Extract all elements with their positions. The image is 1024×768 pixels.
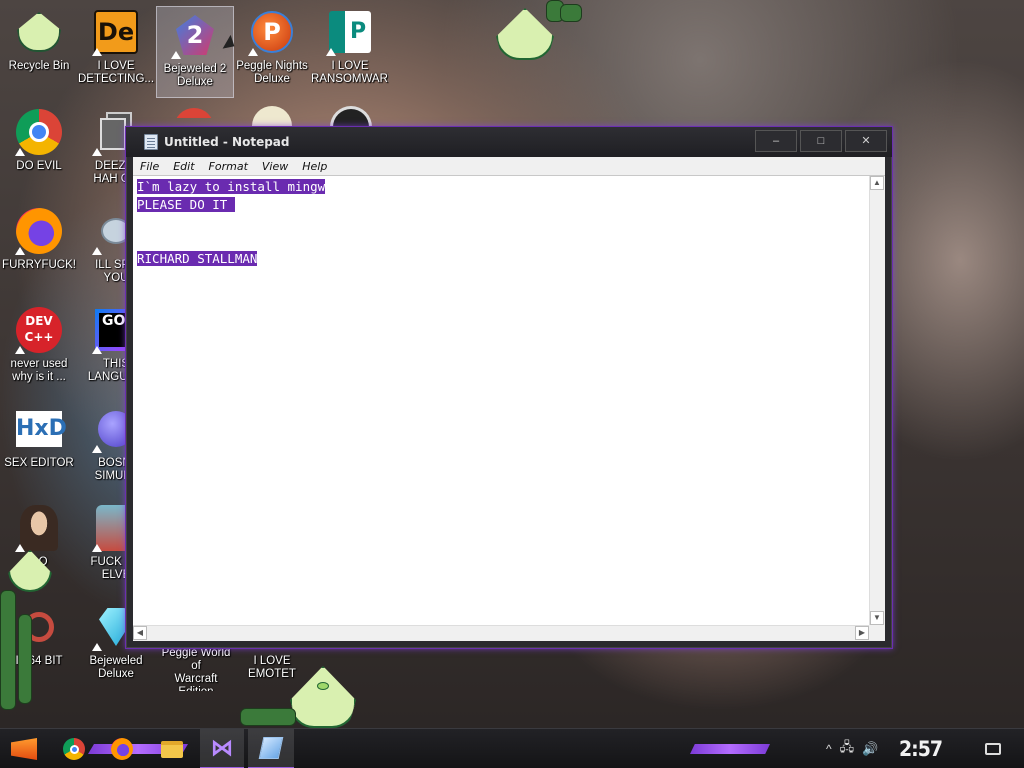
taskbar-decoration xyxy=(690,744,770,754)
taskbar-firefox[interactable] xyxy=(102,729,142,768)
notification-center-button[interactable] xyxy=(982,729,1004,768)
desktop-icon-recycle-bin[interactable]: Recycle Bin xyxy=(0,4,78,96)
desktop-icon-label: DO EVIL xyxy=(16,160,62,172)
text-line xyxy=(137,214,865,232)
firefox-icon xyxy=(15,207,63,255)
desktop-icon-label: FURRYFUCK! xyxy=(2,259,76,271)
peridot-sticker-left xyxy=(0,550,60,730)
menu-help[interactable]: Help xyxy=(295,160,334,173)
resize-grip-icon[interactable] xyxy=(869,625,885,641)
maximize-button[interactable]: □ xyxy=(800,130,842,152)
horizontal-scrollbar[interactable]: ◀ ▶ xyxy=(133,625,869,641)
scroll-left-arrow-icon[interactable]: ◀ xyxy=(133,626,147,640)
chrome-icon xyxy=(15,108,63,156)
desktop-icon-do-evil[interactable]: DO EVIL xyxy=(0,104,78,196)
devcpp-icon: DEV C++ xyxy=(15,306,63,354)
text-line: I`m lazy to install mingw xyxy=(137,178,865,196)
selected-text: I`m lazy to install mingw xyxy=(137,179,326,194)
hidden-icon-gear-behind-window xyxy=(330,106,372,128)
taskbar-file-explorer[interactable] xyxy=(152,729,192,768)
editor-text: I`m lazy to install mingw PLEASE DO IT R… xyxy=(137,178,865,268)
scroll-up-arrow-icon[interactable]: ▲ xyxy=(870,176,884,190)
taskbar: ⋈ ^ 🖧 🔊 2:57 PM xyxy=(0,728,1024,768)
network-icon[interactable]: 🖧 xyxy=(840,738,855,760)
visual-studio-icon: ⋈ xyxy=(211,735,233,760)
recycle-bin-icon xyxy=(15,8,63,56)
menu-format[interactable]: Format xyxy=(202,160,255,173)
window-title: Untitled - Notepad xyxy=(164,135,290,149)
publisher-icon: P xyxy=(326,8,374,56)
text-line: RICHARD STALLMAN xyxy=(137,250,865,268)
file-explorer-icon xyxy=(161,740,183,758)
desktop-icon-label: Recycle Bin xyxy=(8,60,70,72)
desktop-icon-label: Peggle World of Warcraft Edition xyxy=(161,647,231,691)
desktop-icon-label: never used why is it ... xyxy=(10,358,68,383)
taskbar-chrome[interactable] xyxy=(54,729,94,768)
desktop-icon-peggle-nights[interactable]: P Peggle Nights Deluxe xyxy=(233,4,311,96)
desktop-icon-hxd[interactable]: HxD SEX EDITOR xyxy=(0,401,78,493)
text-line: PLEASE DO IT xyxy=(137,196,865,214)
start-button[interactable] xyxy=(4,729,44,768)
desktop-icon-bejeweled-2[interactable]: 2 Bejeweled 2 Deluxe xyxy=(156,6,234,98)
menu-view[interactable]: View xyxy=(255,160,295,173)
volume-icon[interactable]: 🔊 xyxy=(862,741,878,757)
vertical-scrollbar[interactable]: ▲ ▼ xyxy=(869,176,885,625)
menu-bar: File Edit Format View Help xyxy=(133,157,885,175)
scroll-right-arrow-icon[interactable]: ▶ xyxy=(855,626,869,640)
desktop-icon-devcpp[interactable]: DEV C++ never used why is it ... xyxy=(0,302,78,394)
desktop-icon-label: Bejeweled Deluxe xyxy=(89,655,143,680)
desktop-icon-label: Peggle Nights Deluxe xyxy=(236,60,308,85)
peridot-sticker-top xyxy=(496,0,596,64)
menu-file[interactable]: File xyxy=(133,160,166,173)
close-button[interactable]: ✕ xyxy=(845,130,887,152)
minimize-button[interactable]: – xyxy=(755,130,797,152)
selected-text: RICHARD STALLMAN xyxy=(137,251,258,266)
text-line xyxy=(137,232,865,250)
portrait-icon xyxy=(15,504,63,552)
desktop-icon-label: Bejeweled 2 Deluxe xyxy=(163,63,227,88)
selected-text: PLEASE DO IT xyxy=(137,197,235,212)
firefox-icon xyxy=(111,738,133,760)
notepad-icon xyxy=(258,737,284,759)
desktop-icon-label: SEX EDITOR xyxy=(4,457,74,469)
taskbar-clock[interactable]: 2:57 PM xyxy=(899,735,965,768)
hidden-icon-chrome-behind-window xyxy=(174,108,214,128)
desktop-icon-ransomware[interactable]: P I LOVE RANSOMWARE xyxy=(311,4,389,96)
peridot-sticker-bottom xyxy=(240,662,380,732)
text-editor-area[interactable]: I`m lazy to install mingw PLEASE DO IT R… xyxy=(133,175,885,641)
notepad-window[interactable]: Untitled - Notepad – □ ✕ File Edit Forma… xyxy=(125,126,893,649)
chrome-icon xyxy=(63,738,85,760)
notification-icon xyxy=(985,743,1001,755)
desktop-icon-detecting[interactable]: De I LOVE DETECTING... xyxy=(77,4,155,96)
desktop-icon-furry[interactable]: FURRYFUCK! xyxy=(0,203,78,295)
desktop-icon-label: I LOVE DETECTING... xyxy=(77,60,155,85)
hxd-icon: HxD xyxy=(15,405,67,453)
desktop-icon-label: I LOVE RANSOMWARE xyxy=(311,60,389,85)
taskbar-notepad[interactable] xyxy=(248,729,294,768)
de-app-icon: De xyxy=(92,8,140,56)
peggle-icon: P xyxy=(248,8,296,56)
start-menu-icon xyxy=(11,738,37,760)
notepad-titlebar[interactable]: Untitled - Notepad – □ ✕ xyxy=(126,127,892,157)
tray-chevron-icon[interactable]: ^ xyxy=(826,742,832,756)
menu-edit[interactable]: Edit xyxy=(166,160,201,173)
scroll-down-arrow-icon[interactable]: ▼ xyxy=(870,611,884,625)
hidden-icon-flower-behind-window xyxy=(252,106,292,128)
notepad-icon xyxy=(144,134,158,150)
bejeweled-2-icon: 2 xyxy=(171,11,219,59)
taskbar-visual-studio[interactable]: ⋈ xyxy=(200,729,244,768)
system-tray: ^ 🖧 🔊 xyxy=(826,729,896,768)
